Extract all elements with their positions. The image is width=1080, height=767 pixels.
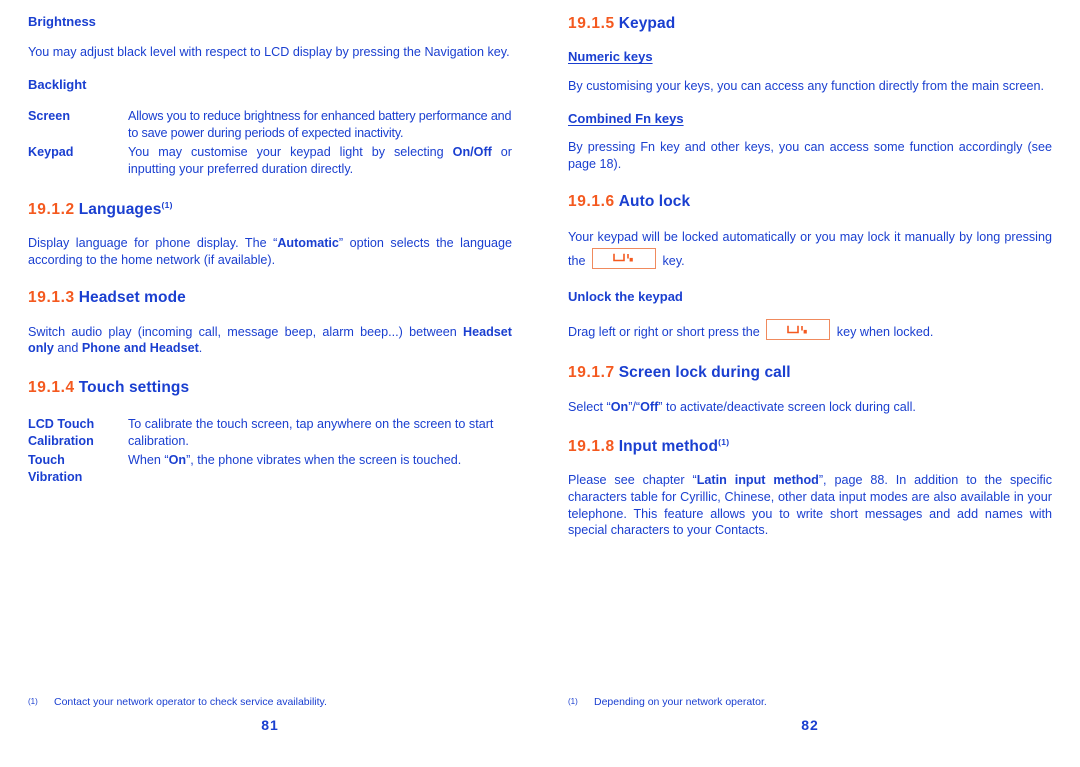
paragraph-screen-lock-bold2: Off — [640, 400, 659, 415]
left-column-content: Brightness You may adjust black level wi… — [28, 14, 512, 674]
paragraph-brightness: You may adjust black level with respect … — [28, 45, 510, 60]
definition-term-touch-vibration: Touch Vibration — [28, 452, 128, 485]
definition-desc-vibration-part1: When “ — [128, 453, 169, 468]
paragraph-languages-part1: Display language for phone display. The … — [28, 236, 278, 251]
paragraph-screen-lock-mid: ”/“ — [628, 400, 641, 415]
definition-row-lcd-touch-calibration: LCD Touch Calibration To calibrate the to… — [28, 416, 512, 449]
paragraph-combined-fn-keys: By pressing Fn key and other keys, you c… — [568, 140, 1052, 172]
paragraph-headset-bold2: Phone and Headset — [81, 341, 199, 356]
section-title-touch-settings: Touch settings — [78, 378, 190, 396]
keypad-lock-key-icon — [592, 247, 657, 269]
section-title-keypad: Keypad — [618, 15, 676, 32]
section-title-auto-lock: Auto lock — [618, 192, 691, 210]
section-title-headset-mode: Headset mode — [78, 289, 186, 307]
definition-desc-vibration-part2: ”, the phone vibrates when the screen is… — [186, 453, 462, 468]
paragraph-headset-part2: . — [198, 341, 203, 356]
heading-section-19-1-2: 19.1.2 Languages(1) — [28, 200, 512, 220]
section-number-19-1-6: 19.1.6 — [568, 192, 615, 210]
keypad-lock-key-icon — [766, 319, 831, 341]
footnote-marker-input-method: (1) — [718, 436, 730, 447]
heading-section-19-1-7: 19.1.7 Screen lock during call — [568, 363, 1052, 382]
paragraph-numeric-keys: By customising your keys, you can access… — [568, 78, 1044, 93]
section-number-19-1-5: 19.1.5 — [568, 15, 615, 32]
paragraph-input-method: Please see chapter “Latin input method”,… — [568, 472, 1052, 538]
footnote-left: (1) Contact your network operator to che… — [28, 696, 512, 709]
paragraph-languages-bold: Automatic — [277, 236, 339, 251]
right-column-content: 19.1.5 Keypad Numeric keys By customising… — [568, 14, 1052, 674]
paragraph-headset-mode: Switch audio play (incoming call, messag… — [28, 324, 512, 357]
paragraph-input-method-part1: Please see chapter “ — [568, 473, 697, 488]
heading-unlock-the-keypad: Unlock the keypad — [568, 289, 683, 305]
definition-desc-keypad: You may customise your keypad light by s… — [128, 144, 512, 177]
definition-row-screen: Screen Allows you to reduce brightness f… — [28, 108, 512, 141]
paragraph-screen-lock: Select “On”/“Off” to activate/deactivate… — [568, 399, 1052, 416]
definition-desc-lcd-touch-calibration: To calibrate the touch screen, tap anywh… — [128, 417, 494, 448]
footnote-right: (1) Depending on your network operator. — [568, 696, 1052, 709]
definition-desc-screen: Allows you to reduce brightness for enha… — [128, 109, 512, 140]
definition-desc-keypad-part1: You may customise your keypad light by s… — [128, 145, 453, 160]
heading-backlight: Backlight — [28, 76, 87, 92]
footnote-text-left: Contact your network operator to check s… — [54, 696, 327, 708]
paragraph-unlock-part2: key when locked. — [833, 325, 934, 340]
paragraph-input-method-bold: Latin input method — [696, 473, 819, 488]
section-title-screen-lock-during-call: Screen lock during call — [618, 363, 791, 381]
definition-desc-vibration-bold: On — [168, 453, 187, 468]
footnote-text-right: Depending on your network operator. — [594, 696, 767, 708]
definition-term-lcd-line1: LCD Touch — [28, 417, 95, 432]
paragraph-languages: Display language for phone display. The … — [28, 235, 512, 268]
heading-section-19-1-6: 19.1.6 Auto lock — [568, 192, 1052, 211]
page-number-right: 82 — [801, 717, 819, 733]
paragraph-unlock-keypad: Drag left or right or short press the ke… — [568, 319, 1052, 343]
paragraph-auto-lock: Your keypad will be locked automatically… — [568, 228, 1052, 271]
heading-section-19-1-3: 19.1.3 Headset mode — [28, 288, 512, 307]
section-number-19-1-8: 19.1.8 — [568, 438, 615, 456]
footnote-marker-left: (1) — [28, 697, 38, 706]
section-number-19-1-3: 19.1.3 — [28, 289, 75, 307]
definition-row-keypad: Keypad You may customise your keypad lig… — [28, 144, 512, 177]
definition-desc-keypad-bold: On/Off — [452, 145, 492, 160]
paragraph-unlock-part1: Drag left or right or short press the — [568, 325, 764, 340]
paragraph-screen-lock-bold1: On — [610, 400, 629, 415]
definition-desc-touch-vibration: When “On”, the phone vibrates when the s… — [128, 452, 512, 485]
definition-term-vibration-line1: Touch — [28, 453, 65, 468]
definition-term-lcd-line2: Calibration — [28, 433, 94, 448]
definition-term-screen: Screen — [28, 109, 71, 124]
section-number-19-1-7: 19.1.7 — [568, 363, 615, 381]
footnote-marker-right: (1) — [568, 697, 578, 706]
section-title-languages: Languages — [78, 200, 162, 218]
section-number-19-1-2: 19.1.2 — [28, 200, 75, 218]
definition-term-lcd-touch-calibration: LCD Touch Calibration — [28, 416, 128, 449]
definition-term-keypad: Keypad — [28, 145, 74, 160]
paragraph-screen-lock-part1: Select “ — [568, 400, 611, 415]
heading-section-19-1-4: 19.1.4 Touch settings — [28, 378, 512, 397]
section-number-19-1-4: 19.1.4 — [28, 378, 75, 396]
paragraph-screen-lock-part2: ” to activate/deactivate screen lock dur… — [658, 400, 916, 415]
heading-combined-fn-keys: Combined Fn keys — [568, 111, 684, 127]
section-title-input-method: Input method — [618, 438, 719, 456]
page-right: 19.1.5 Keypad Numeric keys By customising… — [540, 0, 1080, 767]
paragraph-headset-part1: Switch audio play (incoming call, messag… — [28, 324, 463, 339]
heading-section-19-1-8: 19.1.8 Input method(1) — [568, 437, 1052, 457]
definition-row-touch-vibration: Touch Vibration When “On”, the phone vibr… — [28, 452, 512, 485]
page-number-left: 81 — [261, 717, 279, 733]
heading-numeric-keys: Numeric keys — [568, 49, 653, 65]
heading-section-19-1-5: 19.1.5 Keypad — [568, 14, 1052, 33]
paragraph-headset-mid: and — [53, 341, 82, 356]
heading-brightness: Brightness — [28, 14, 96, 29]
paragraph-auto-lock-part2: key. — [659, 253, 685, 268]
definition-term-vibration-line2: Vibration — [28, 470, 83, 485]
page-left: Brightness You may adjust black level wi… — [0, 0, 540, 767]
footnote-marker-languages: (1) — [161, 199, 173, 210]
